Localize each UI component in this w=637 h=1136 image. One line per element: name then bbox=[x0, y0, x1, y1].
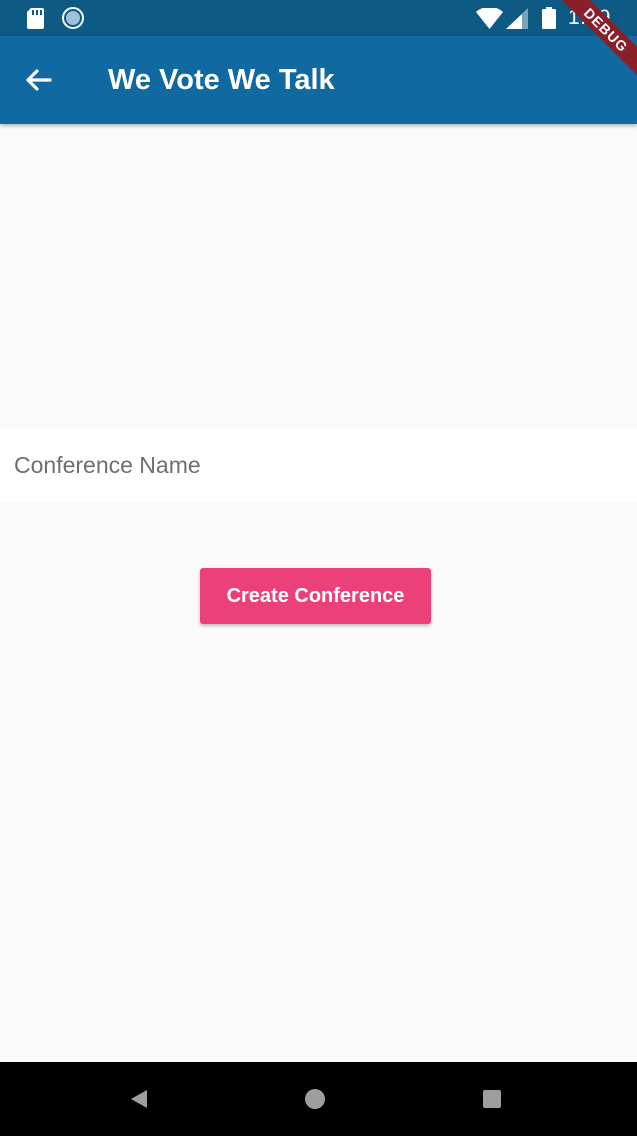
back-triangle-icon bbox=[131, 1090, 147, 1108]
conference-name-field bbox=[0, 428, 637, 502]
sync-icon bbox=[62, 7, 84, 29]
nav-back-button[interactable] bbox=[124, 1084, 154, 1114]
cell-signal-icon bbox=[506, 8, 528, 29]
back-button[interactable] bbox=[14, 56, 62, 104]
arrow-back-icon bbox=[26, 69, 52, 91]
app-bar: We Vote We Talk bbox=[0, 36, 637, 124]
page-title: We Vote We Talk bbox=[108, 64, 335, 96]
home-circle-icon bbox=[305, 1089, 325, 1109]
wifi-icon bbox=[476, 8, 503, 29]
create-conference-button[interactable]: Create Conference bbox=[200, 568, 431, 624]
nav-home-button[interactable] bbox=[300, 1084, 330, 1114]
status-bar: 1:49 bbox=[0, 0, 637, 36]
recents-square-icon bbox=[483, 1090, 501, 1108]
nav-recents-button[interactable] bbox=[477, 1084, 507, 1114]
system-nav-bar bbox=[0, 1062, 637, 1136]
status-time: 1:49 bbox=[568, 6, 611, 29]
sd-card-icon bbox=[27, 8, 44, 29]
conference-name-input[interactable] bbox=[0, 428, 637, 502]
battery-icon bbox=[542, 7, 556, 29]
